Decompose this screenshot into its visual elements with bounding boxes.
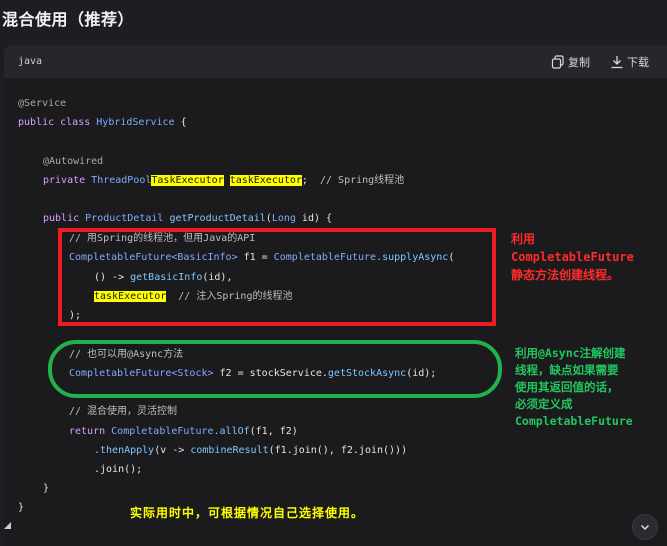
keyword: public: [43, 213, 86, 224]
note-line: 利用@Async注解创建: [515, 346, 626, 360]
class-name: CompletableFuture: [111, 426, 214, 437]
keyword: return: [69, 426, 112, 437]
code-line-join: .join();: [94, 464, 143, 475]
method-name: getProductDetail: [169, 213, 266, 224]
code-text: (v ->: [154, 445, 191, 456]
green-highlight-box: [48, 340, 502, 398]
note-line: 静态方法创建线程。: [511, 268, 620, 282]
copy-label: 复制: [568, 56, 590, 69]
code-line-close-method: }: [43, 483, 50, 494]
code-punct: id) {: [295, 213, 333, 224]
code-punct: (f1, f2): [249, 426, 298, 437]
note-line: 利用: [511, 232, 536, 246]
scroll-corner-icon: [4, 522, 11, 529]
code-comment: // Spring线程池: [307, 175, 405, 186]
download-icon: [611, 56, 623, 69]
copy-button[interactable]: 复制: [551, 53, 590, 71]
keyword: private: [43, 175, 92, 186]
method-name: .thenApply: [94, 445, 155, 456]
code-line-annotation-autowired: @Autowired: [43, 156, 104, 167]
class-name: HybridService: [96, 117, 175, 128]
code-line-return: return CompletableFuture.allOf(f1, f2): [69, 425, 298, 439]
note-line: 线程，缺点如果需要: [515, 363, 619, 377]
class-name: ProductDetail: [85, 213, 170, 224]
chevron-down-icon: [640, 524, 650, 531]
class-name: Long: [271, 213, 296, 224]
highlighted-field: taskExecutor: [229, 175, 302, 186]
code-block-header: java 复制 下载: [4, 45, 667, 78]
green-annotation-note: 利用@Async注解创建 线程，缺点如果需要 使用其返回值的话， 必须定义成 C…: [515, 345, 665, 430]
yellow-annotation-note: 实际用时中，可根据情况自己选择使用。: [130, 506, 365, 520]
code-line-annotation-service: @Service: [18, 98, 67, 109]
code-text: (f1.join(), f2.join())): [268, 445, 408, 456]
note-line: 使用其返回值的话，: [515, 380, 619, 394]
note-line: 必须定义成: [515, 397, 573, 411]
copy-icon: [551, 55, 564, 69]
download-label: 下载: [627, 56, 649, 69]
code-line-then-apply: .thenApply(v -> combineResult(f1.join(),…: [94, 444, 407, 458]
code-punct: {: [174, 117, 187, 128]
method-name: combineResult: [190, 445, 269, 456]
code-line-method-decl: public ProductDetail getProductDetail(Lo…: [43, 212, 332, 226]
method-name: .allOf: [213, 426, 250, 437]
code-line-close-class: }: [18, 502, 25, 513]
collapse-button[interactable]: [632, 514, 658, 540]
red-highlight-box: [58, 228, 496, 326]
class-name: ThreadPool: [91, 175, 152, 186]
note-line: CompletableFuture: [515, 414, 633, 428]
section-title: 混合使用（推荐）: [2, 10, 135, 29]
keyword: public class: [18, 117, 97, 128]
download-button[interactable]: 下载: [610, 53, 649, 71]
language-label: java: [18, 56, 43, 67]
code-line-class-decl: public class HybridService {: [18, 116, 187, 130]
red-annotation-note: 利用 CompletableFuture 静态方法创建线程。: [511, 230, 661, 284]
code-comment-line: // 混合使用，灵活控制: [69, 406, 178, 417]
note-line: CompletableFuture: [511, 250, 634, 264]
highlighted-type: TaskExecutor: [151, 175, 224, 186]
code-line-field: private ThreadPoolTaskExecutor taskExecu…: [43, 174, 404, 188]
